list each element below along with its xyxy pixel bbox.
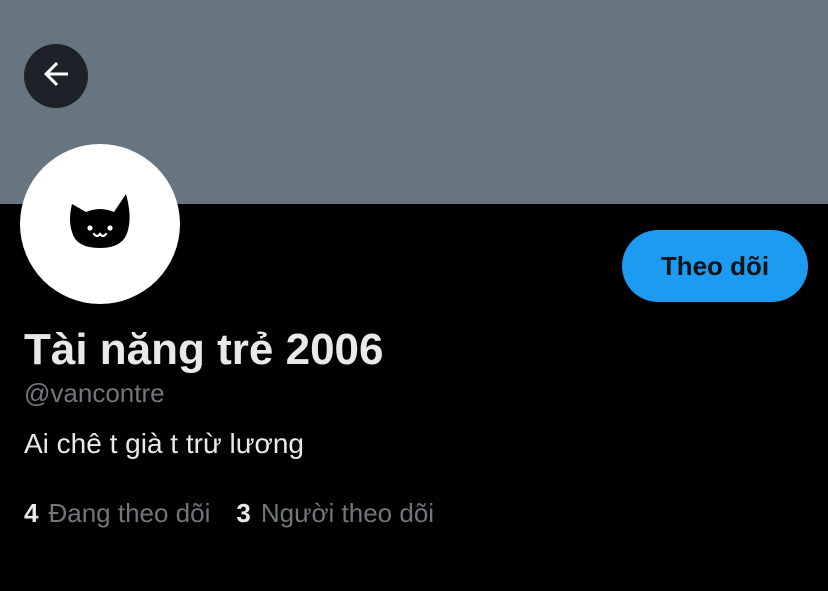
follow-stats: 4 Đang theo dõi 3 Người theo dõi (24, 496, 434, 530)
following-count: 4 (24, 498, 39, 528)
cat-face-icon (64, 186, 136, 263)
profile-bio: Ai chê t già t trừ lương (24, 428, 304, 459)
user-handle: @vancontre (24, 378, 165, 408)
followers-count: 3 (236, 498, 251, 528)
arrow-left-icon (38, 56, 74, 97)
followers-label: Người theo dõi (260, 498, 435, 528)
display-name: Tài năng trẻ 2006 (24, 325, 384, 374)
following-link[interactable]: 4 Đang theo dõi (24, 496, 210, 530)
following-label: Đang theo dõi (48, 498, 211, 528)
followers-link[interactable]: 3 Người theo dõi (236, 496, 434, 530)
back-button[interactable] (24, 44, 88, 108)
avatar[interactable] (20, 144, 180, 304)
follow-button[interactable]: Theo dõi (622, 230, 808, 302)
